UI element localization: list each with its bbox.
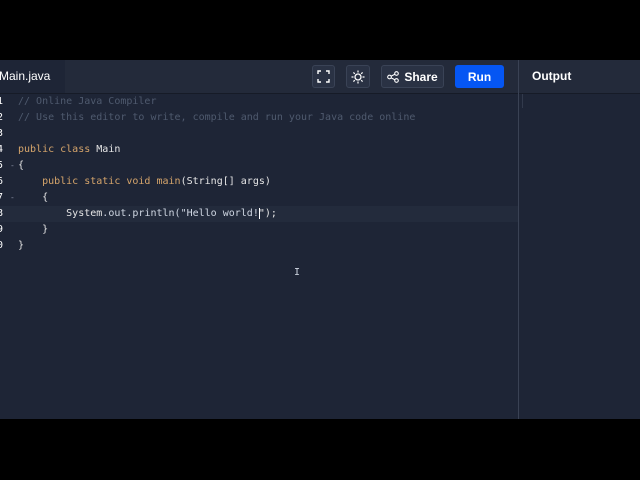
file-tab-main-java[interactable]: Main.java (0, 60, 65, 93)
code-token: System (18, 208, 103, 219)
theme-sun-icon (351, 70, 365, 83)
output-pane (519, 94, 640, 419)
line-number: 1 (0, 96, 4, 107)
code-text: { (18, 158, 24, 174)
code-token: main (156, 176, 181, 187)
theme-toggle-button[interactable] (346, 65, 370, 88)
code-editor[interactable]: I 1 // Online Java Compiler 2 // Use this e… (0, 94, 518, 419)
code-text: public static void main(String[] args) (18, 174, 271, 190)
code-text: // Online Java Compiler (18, 94, 156, 110)
fold-toggle-icon[interactable]: - (10, 158, 15, 174)
code-token: } (18, 224, 49, 235)
code-text: System.out.println("Hello world!"); (18, 206, 277, 222)
code-token: "Hello world! (180, 208, 259, 219)
java-compiler-app: Main.java Share Run Output I 1// Online … (0, 60, 640, 419)
code-token: .out.println( (102, 208, 181, 219)
code-token: public class (18, 144, 97, 155)
code-line[interactable]: 6 public static void main(String[] args) (0, 174, 518, 190)
line-number: 4 (0, 144, 4, 155)
share-label: Share (404, 69, 438, 84)
line-number: 9 (0, 224, 4, 235)
share-icon (387, 70, 400, 83)
code-line[interactable]: 7- { (0, 190, 518, 206)
code-token: (String[] args) (180, 176, 271, 187)
fullscreen-button[interactable] (312, 65, 335, 88)
fold-toggle-icon[interactable]: - (10, 190, 15, 206)
code-line[interactable]: 1 // Online Java Compiler (0, 94, 518, 110)
text-cursor-ibeam-icon: I (294, 267, 301, 278)
code-token: } (18, 240, 25, 251)
fullscreen-icon (317, 70, 330, 83)
share-button[interactable]: Share (381, 65, 444, 88)
line-number: 6 (0, 176, 4, 187)
code-text: } (18, 238, 24, 254)
code-token: { (18, 160, 25, 171)
code-text: } (18, 222, 48, 238)
code-token: public static void (18, 176, 157, 187)
code-line[interactable]: 4 public class Main (0, 142, 518, 158)
code-line[interactable]: 8 System.out.println("Hello world!"); (0, 206, 518, 222)
output-scroll-indicator (522, 94, 523, 108)
code-line[interactable]: 0} (0, 238, 518, 254)
output-title: Output (532, 69, 572, 83)
run-button[interactable]: Run (455, 65, 504, 88)
line-number: 8 (0, 208, 4, 219)
line-number: 2 (0, 112, 4, 123)
code-line[interactable]: 3 (0, 126, 518, 142)
code-text: public class Main (18, 142, 120, 158)
code-token: // Use this editor to write, compile and… (18, 112, 416, 123)
line-number: 3 (0, 128, 4, 139)
code-line[interactable]: 5-{ (0, 158, 518, 174)
code-line[interactable]: 9 } (0, 222, 518, 238)
code-token: Main (96, 144, 121, 155)
code-token: { (18, 192, 49, 203)
code-token: "); (258, 208, 277, 219)
line-number: 0 (0, 240, 4, 251)
code-text: // Use this editor to write, compile and… (18, 110, 415, 126)
code-line[interactable]: 2 // Use this editor to write, compile an… (0, 110, 518, 126)
toolbar: Main.java Share Run Output (0, 60, 640, 94)
code-text: { (18, 190, 48, 206)
code-token: // Online Java Compiler (18, 96, 157, 107)
